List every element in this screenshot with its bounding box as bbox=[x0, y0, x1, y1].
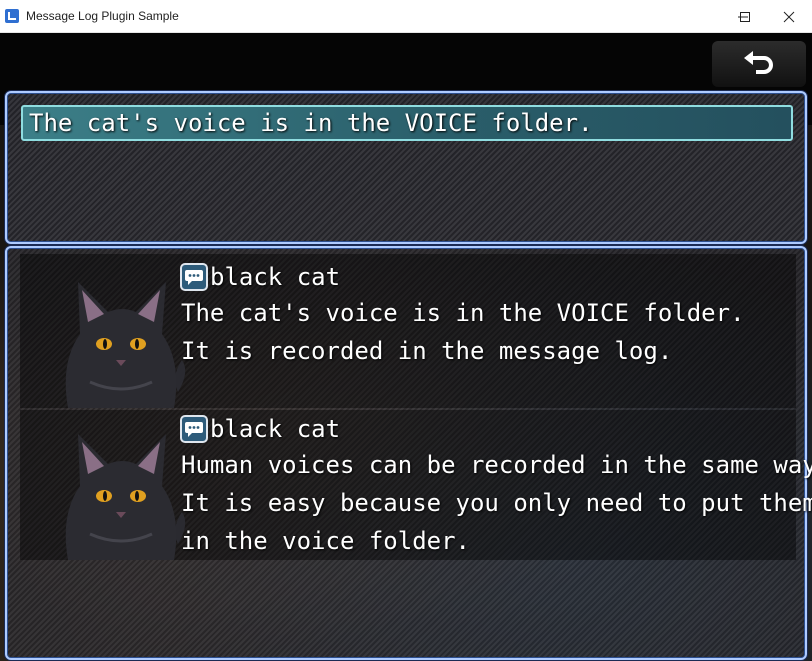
speaker-name: black cat bbox=[210, 263, 341, 291]
close-button[interactable] bbox=[766, 0, 812, 33]
speaker-row: black cat bbox=[180, 412, 340, 446]
log-entry[interactable]: black cat Human voices can be recorded i… bbox=[20, 410, 812, 560]
selected-message-row[interactable]: The cat's voice is in the VOICE folder. bbox=[21, 105, 793, 141]
window-title: Message Log Plugin Sample bbox=[26, 9, 179, 23]
message-line: in the voice folder. bbox=[181, 527, 470, 555]
speaker-row: black cat bbox=[180, 260, 340, 294]
log-entry[interactable]: black cat The cat's voice is in the VOIC… bbox=[20, 254, 796, 408]
message-log-window[interactable]: black cat The cat's voice is in the VOIC… bbox=[5, 246, 812, 660]
selected-message-text: The cat's voice is in the VOICE folder. bbox=[29, 109, 593, 137]
message-line: The cat's voice is in the VOICE folder. bbox=[181, 299, 745, 327]
message-line: Human voices can be recorded in the same… bbox=[181, 451, 812, 479]
message-line: It is recorded in the message log. bbox=[181, 337, 673, 365]
black-cat-portrait bbox=[65, 282, 186, 408]
undo-arrow-icon bbox=[744, 51, 773, 74]
speaker-name: black cat bbox=[210, 415, 341, 443]
close-icon bbox=[783, 11, 795, 22]
game-screen: The cat's voice is in the VOICE folder. bbox=[0, 33, 812, 661]
back-button[interactable] bbox=[712, 41, 806, 87]
maximize-icon bbox=[740, 11, 750, 22]
black-cat-portrait bbox=[65, 434, 186, 560]
app-icon bbox=[5, 9, 19, 23]
speech-bubble-icon bbox=[180, 415, 208, 443]
window-titlebar: Message Log Plugin Sample bbox=[0, 0, 812, 33]
speech-bubble-icon bbox=[180, 263, 208, 291]
message-line: It is easy because you only need to put … bbox=[181, 489, 812, 517]
message-window: The cat's voice is in the VOICE folder. bbox=[5, 91, 807, 244]
maximize-button[interactable] bbox=[722, 0, 768, 33]
